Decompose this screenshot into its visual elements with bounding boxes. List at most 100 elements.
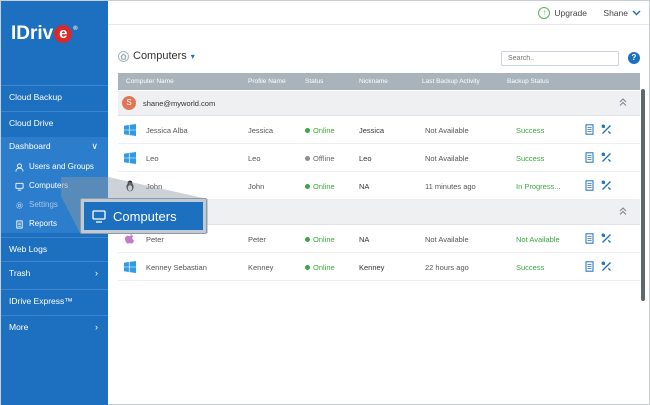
sidebar-item-label: IDrive Express™: [9, 296, 73, 306]
log-icon[interactable]: [584, 180, 595, 191]
col-profile-name[interactable]: Profile Name: [248, 78, 286, 85]
idrive-logo[interactable]: IDriv e ®: [11, 23, 78, 45]
chevron-right-icon: ›: [95, 322, 98, 332]
col-nickname[interactable]: Nickname: [359, 78, 388, 85]
computer-icon: [92, 209, 106, 223]
table-row[interactable]: Jessica Alba Jessica Online Jessica Not …: [118, 116, 640, 144]
group-row[interactable]: S shane@myworld.com: [118, 91, 640, 116]
row-actions: [584, 233, 612, 244]
sidebar-item-label: Computers: [29, 181, 69, 190]
search-input[interactable]: [501, 51, 619, 66]
last-backup: Not Available: [425, 154, 469, 163]
tools-icon[interactable]: [601, 180, 612, 191]
logo-text: IDriv: [11, 23, 54, 44]
profile-name: John: [248, 182, 265, 191]
status-text: Online: [313, 126, 335, 135]
log-icon[interactable]: [584, 261, 595, 272]
tools-icon[interactable]: [601, 152, 612, 163]
computer-name: Kenney Sebastian: [146, 263, 207, 272]
user-icon: [15, 162, 24, 172]
apple-icon: [125, 233, 134, 244]
chevron-down-icon: [632, 10, 641, 16]
status-badge: Online: [305, 235, 335, 244]
gear-icon: [16, 201, 23, 209]
tools-icon[interactable]: [601, 124, 612, 135]
sidebar-item-users-and-groups[interactable]: Users and Groups: [15, 158, 94, 176]
status-badge: Online: [305, 126, 335, 135]
sidebar-item-settings[interactable]: Settings: [15, 196, 58, 214]
group-email: shane@myworld.com: [143, 99, 216, 108]
avatar: S: [122, 96, 136, 110]
tools-icon[interactable]: [601, 261, 612, 272]
sidebar-item-web-logs[interactable]: Web Logs: [1, 238, 108, 260]
page-title[interactable]: Computers: [133, 50, 187, 62]
caret-down-icon[interactable]: ▾: [191, 52, 195, 61]
sidebar-item-label: Users and Groups: [29, 162, 94, 171]
upgrade-label: Upgrade: [554, 8, 587, 18]
sidebar-item-dashboard[interactable]: Dashboard ∨: [1, 135, 108, 157]
table-header: Computer Name Profile Name Status Nickna…: [118, 73, 640, 90]
home-icon[interactable]: [118, 50, 129, 62]
user-menu[interactable]: Shane: [603, 5, 641, 21]
table-row[interactable]: Leo Leo Offline Leo Not Available Succes…: [118, 144, 640, 172]
windows-icon: [124, 152, 136, 164]
computer-name: Peter: [146, 235, 164, 244]
report-icon: [16, 219, 23, 229]
online-dot-icon: [305, 128, 310, 133]
tooltip-body: Computers: [84, 202, 203, 230]
collapse-icon[interactable]: [618, 97, 628, 107]
backup-status: In Progress...: [516, 182, 561, 191]
profile-name: Peter: [248, 235, 266, 244]
status-text: Online: [313, 263, 335, 272]
sidebar-item-label: Web Logs: [9, 244, 48, 254]
col-computer-name[interactable]: Computer Name: [126, 78, 174, 85]
profile-name: Jessica: [248, 126, 274, 135]
sidebar-item-cloud-backup[interactable]: Cloud Backup: [1, 86, 108, 108]
linux-icon: [126, 180, 134, 192]
log-icon[interactable]: [584, 124, 595, 135]
col-status[interactable]: Status: [305, 78, 323, 85]
last-backup: 22 hours ago: [425, 263, 469, 272]
nickname: Jessica: [359, 126, 385, 135]
sidebar-item-label: More: [9, 322, 29, 332]
backup-status: Success: [516, 154, 545, 163]
sidebar-item-more[interactable]: More ›: [1, 316, 108, 338]
sidebar-item-reports[interactable]: Reports: [15, 215, 57, 233]
nickname: NA: [359, 235, 370, 244]
collapse-icon[interactable]: [618, 206, 628, 216]
tooltip-label: Computers: [113, 208, 177, 224]
sidebar-item-cloud-drive[interactable]: Cloud Drive: [1, 112, 108, 134]
online-dot-icon: [305, 184, 310, 189]
log-icon[interactable]: [584, 233, 595, 244]
tools-icon[interactable]: [601, 233, 612, 244]
computers-tooltip: Computers: [80, 198, 207, 234]
status-text: Online: [313, 235, 335, 244]
scrollbar[interactable]: [641, 89, 645, 301]
backup-status: Success: [516, 126, 545, 135]
status-badge: Online: [305, 182, 335, 191]
table-row[interactable]: Kenney Sebastian Kenney Online Kenney 22…: [118, 253, 640, 281]
help-icon[interactable]: ?: [628, 52, 640, 64]
chevron-right-icon: ›: [95, 268, 98, 278]
nickname: Kenney: [359, 263, 385, 272]
sidebar-item-label: Dashboard: [9, 141, 51, 151]
app-window: IDriv e ® Cloud Backup Cloud Drive Dashboa…: [0, 0, 650, 405]
computer-name: Jessica Alba: [146, 126, 188, 135]
table-row[interactable]: John John Online NA 11 minutes ago In Pr…: [118, 172, 640, 200]
windows-icon: [124, 261, 136, 273]
upgrade-button[interactable]: ↑ Upgrade: [538, 5, 587, 21]
row-actions: [584, 152, 612, 163]
sidebar-item-idrive-express[interactable]: IDrive Express™: [1, 290, 108, 312]
chevron-down-icon: ∨: [91, 141, 98, 151]
col-backup-status[interactable]: Backup Status: [507, 78, 549, 85]
col-last-backup[interactable]: Last Backup Activity: [422, 78, 480, 85]
sidebar-item-label: Cloud Drive: [9, 118, 54, 128]
nickname: Leo: [359, 154, 372, 163]
status-badge: Offline: [305, 154, 335, 163]
sidebar-item-computers[interactable]: Computers: [15, 177, 68, 195]
computer-name: Leo: [146, 154, 159, 163]
sidebar-item-label: Trash: [9, 268, 31, 278]
sidebar-item-trash[interactable]: Trash ›: [1, 262, 108, 284]
log-icon[interactable]: [584, 152, 595, 163]
profile-name: Leo: [248, 154, 261, 163]
